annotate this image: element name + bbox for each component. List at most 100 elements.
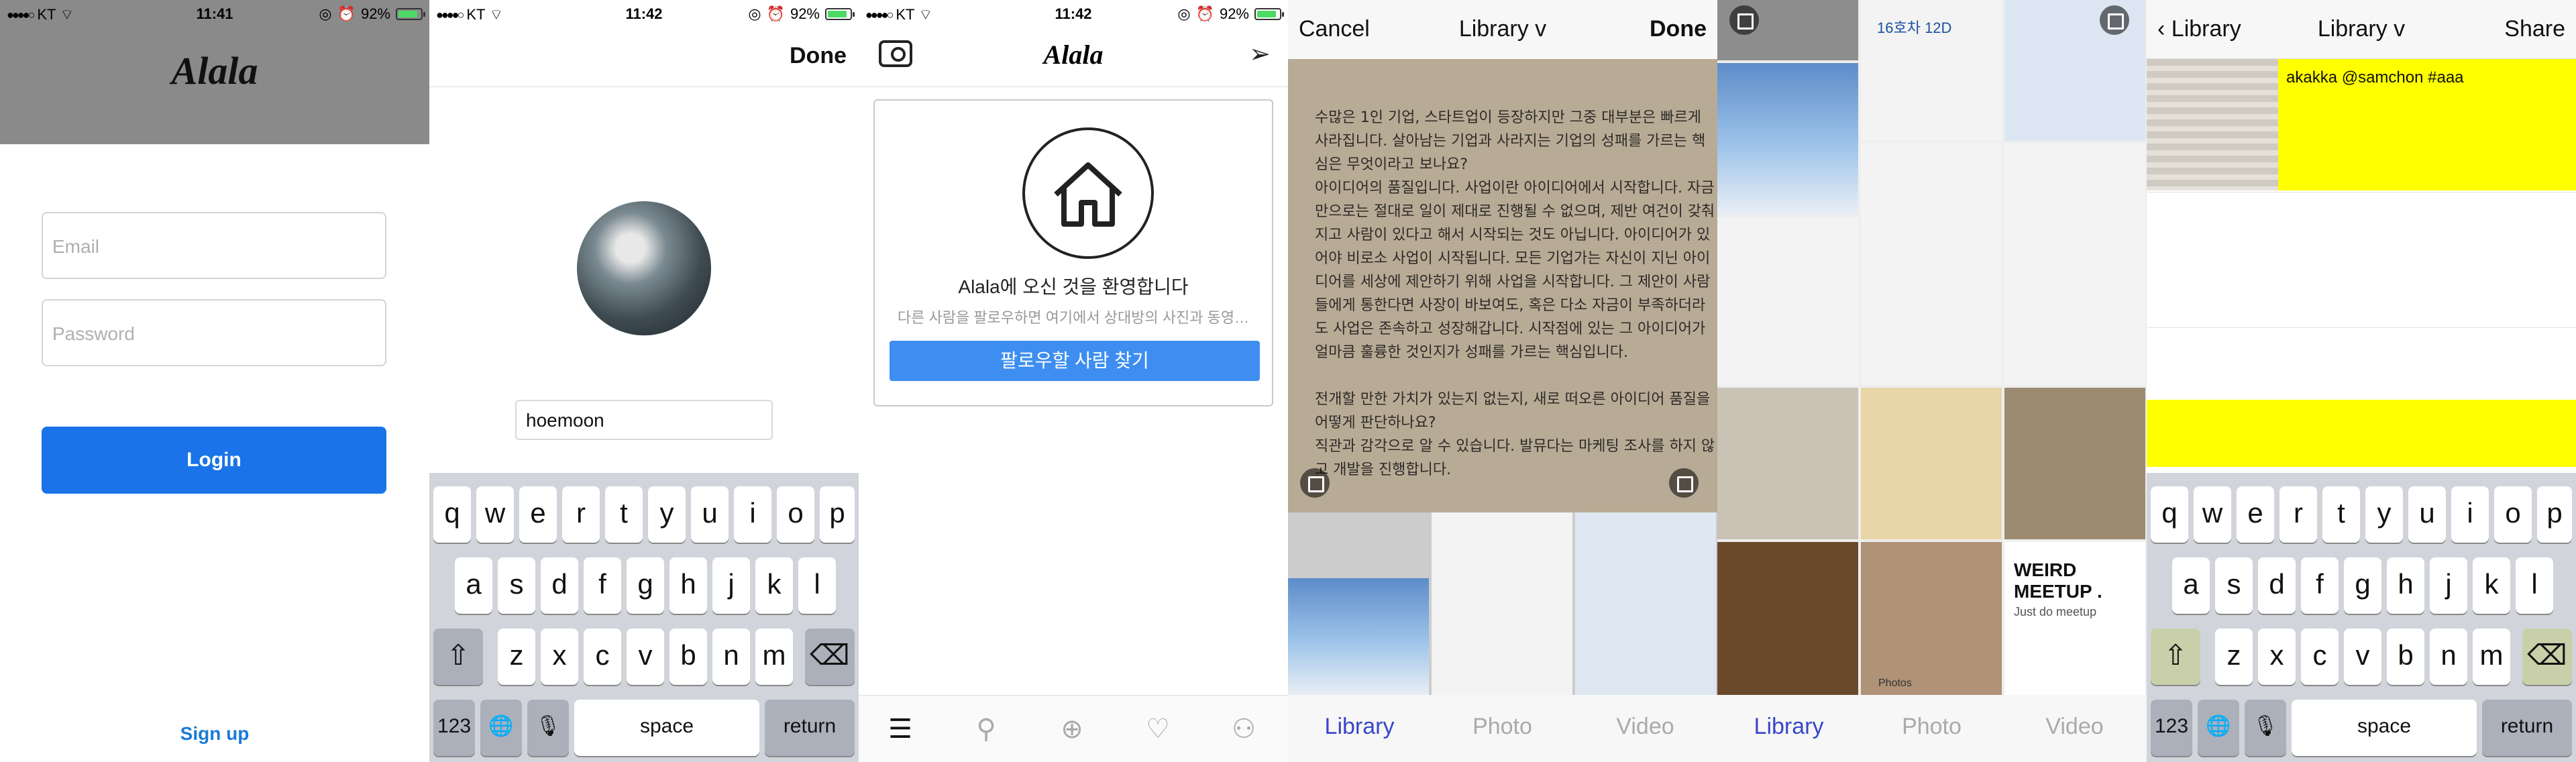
photo-tile[interactable]: 16호차 12D <box>1861 0 2002 141</box>
key-v[interactable]: v <box>627 629 664 685</box>
key-q[interactable]: q <box>433 486 471 543</box>
share-button[interactable]: Share <box>2504 16 2565 42</box>
done-button[interactable]: Done <box>790 43 847 69</box>
key-h[interactable]: h <box>2387 557 2424 614</box>
key-p[interactable]: p <box>2537 486 2572 543</box>
expand-icon[interactable] <box>1300 468 1330 498</box>
video-tab[interactable]: Video <box>2003 714 2146 740</box>
photo-tile[interactable] <box>2004 144 2145 385</box>
library-tab[interactable]: Library <box>1717 714 1860 740</box>
space-key[interactable]: space <box>574 700 759 756</box>
key-r[interactable]: r <box>562 486 600 543</box>
key-k[interactable]: k <box>2473 557 2510 614</box>
key-x[interactable]: x <box>541 629 578 685</box>
key-f[interactable]: f <box>2301 557 2339 614</box>
key-e[interactable]: e <box>2237 486 2274 543</box>
shift-key[interactable]: ⇧ <box>2151 629 2200 685</box>
key-h[interactable]: h <box>669 557 707 614</box>
key-a[interactable]: a <box>455 557 492 614</box>
key-i[interactable]: i <box>734 486 771 543</box>
email-field[interactable]: Email <box>42 212 386 279</box>
key-g[interactable]: g <box>627 557 664 614</box>
key-p[interactable]: p <box>820 486 855 543</box>
photo-tile[interactable]: WEIRD MEETUP . Just do meetup <box>2004 542 2145 695</box>
key-m[interactable]: m <box>2473 629 2510 685</box>
key-v[interactable]: v <box>2344 629 2381 685</box>
library-tab[interactable]: Library <box>1288 714 1431 740</box>
key-a[interactable]: a <box>2172 557 2210 614</box>
return-key[interactable]: return <box>765 700 855 756</box>
key-s[interactable]: s <box>2215 557 2253 614</box>
add-tab-icon[interactable]: ⊕ <box>1056 713 1088 745</box>
photo-tile[interactable] <box>1861 542 2002 695</box>
photo-tile[interactable] <box>1717 63 1858 215</box>
key-o[interactable]: o <box>2494 486 2532 543</box>
multi-select-icon[interactable] <box>1669 468 1699 498</box>
key-d[interactable]: d <box>541 557 578 614</box>
expand-icon[interactable] <box>1729 5 1759 35</box>
photo-tile[interactable] <box>1432 512 1572 695</box>
key-y[interactable]: y <box>2365 486 2403 543</box>
shift-key[interactable]: ⇧ <box>433 629 483 685</box>
send-icon[interactable]: ➢ <box>1249 39 1271 69</box>
key-z[interactable]: z <box>498 629 535 685</box>
key-c[interactable]: c <box>584 629 621 685</box>
key-u[interactable]: u <box>691 486 729 543</box>
backspace-key[interactable]: ⌫ <box>805 629 855 685</box>
key-w[interactable]: w <box>476 486 514 543</box>
key-b[interactable]: b <box>2387 629 2424 685</box>
login-button[interactable]: Login <box>42 427 386 494</box>
photo-tile[interactable] <box>1717 388 1858 539</box>
photo-tile[interactable] <box>1717 217 1858 385</box>
key-g[interactable]: g <box>2344 557 2381 614</box>
feed-tab-icon[interactable]: ☰ <box>884 713 916 745</box>
photo-tile[interactable] <box>1861 388 2002 539</box>
key-i[interactable]: i <box>2451 486 2489 543</box>
mic-key[interactable]: 🎙 <box>527 700 569 756</box>
key-t[interactable]: t <box>605 486 643 543</box>
key-k[interactable]: k <box>755 557 793 614</box>
username-field[interactable]: hoemoon <box>515 400 773 440</box>
heart-tab-icon[interactable]: ♡ <box>1142 713 1174 745</box>
multi-select-icon[interactable] <box>2100 5 2129 35</box>
key-u[interactable]: u <box>2408 486 2446 543</box>
key-q[interactable]: q <box>2151 486 2188 543</box>
key-t[interactable]: t <box>2322 486 2360 543</box>
globe-key[interactable]: 🌐 <box>2198 700 2239 756</box>
key-y[interactable]: y <box>648 486 686 543</box>
key-c[interactable]: c <box>2301 629 2339 685</box>
key-b[interactable]: b <box>669 629 707 685</box>
key-e[interactable]: e <box>519 486 557 543</box>
key-z[interactable]: z <box>2215 629 2253 685</box>
key-o[interactable]: o <box>777 486 814 543</box>
key-n[interactable]: n <box>712 629 750 685</box>
key-r[interactable]: r <box>2279 486 2317 543</box>
profile-tab-icon[interactable]: ⚇ <box>1228 713 1260 745</box>
key-l[interactable]: l <box>2516 557 2553 614</box>
key-s[interactable]: s <box>498 557 535 614</box>
photo-tile[interactable] <box>1861 144 2002 385</box>
key-x[interactable]: x <box>2258 629 2296 685</box>
password-field[interactable]: Password <box>42 299 386 366</box>
space-key[interactable]: space <box>2292 700 2477 756</box>
key-f[interactable]: f <box>584 557 621 614</box>
key-d[interactable]: d <box>2258 557 2296 614</box>
photo-tile[interactable] <box>1575 512 1716 695</box>
mic-key[interactable]: 🎙 <box>2245 700 2286 756</box>
globe-key[interactable]: 🌐 <box>480 700 522 756</box>
photo-tab[interactable]: Photo <box>1431 714 1574 740</box>
photo-tile[interactable] <box>2004 388 2145 539</box>
search-tab-icon[interactable]: ⚲ <box>970 713 1002 745</box>
find-people-button[interactable]: 팔로우할 사람 찾기 <box>890 341 1260 381</box>
selected-photo[interactable]: 수많은 1인 기업, 스타트업이 등장하지만 그중 대부분은 빠르게 사라집니다… <box>1288 59 1717 512</box>
video-tab[interactable]: Video <box>1574 714 1717 740</box>
numbers-key[interactable]: 123 <box>433 700 475 756</box>
backspace-key[interactable]: ⌫ <box>2522 629 2572 685</box>
key-j[interactable]: j <box>2430 557 2467 614</box>
key-w[interactable]: w <box>2194 486 2231 543</box>
done-button[interactable]: Done <box>1650 16 1707 42</box>
return-key[interactable]: return <box>2482 700 2572 756</box>
numbers-key[interactable]: 123 <box>2151 700 2192 756</box>
key-l[interactable]: l <box>798 557 836 614</box>
signup-link[interactable]: Sign up <box>0 723 429 745</box>
